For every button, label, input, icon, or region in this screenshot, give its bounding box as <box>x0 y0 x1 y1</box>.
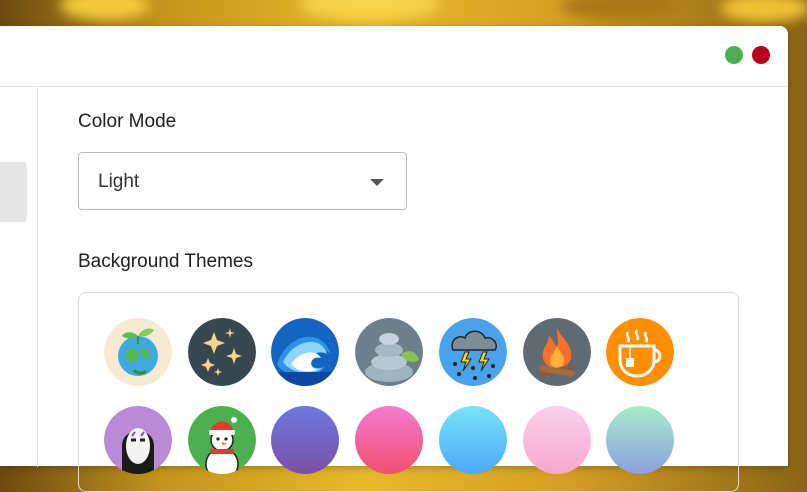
globe-plant-icon <box>104 318 172 386</box>
campfire-icon <box>523 318 591 386</box>
tea-cup-icon <box>606 318 674 386</box>
zen-stones-icon <box>355 318 423 386</box>
theme-mask-face[interactable] <box>104 406 172 474</box>
theme-gradient-purple[interactable] <box>271 406 339 474</box>
close-button[interactable] <box>752 46 770 64</box>
snowman-icon <box>188 406 256 474</box>
theme-globe-plant[interactable] <box>104 318 172 386</box>
title-bar <box>0 26 788 87</box>
dropdown-arrow-icon <box>370 179 384 186</box>
theme-tea-cup[interactable] <box>606 318 674 386</box>
theme-snowman[interactable] <box>188 406 256 474</box>
color-mode-label: Color Mode <box>78 111 177 132</box>
ocean-wave-icon <box>271 318 339 386</box>
sidebar <box>0 87 38 467</box>
mask-face-icon <box>104 406 172 474</box>
theme-thunderstorm[interactable] <box>439 318 507 386</box>
theme-gradient-pastel-pink[interactable] <box>523 406 591 474</box>
theme-zen-stones[interactable] <box>355 318 423 386</box>
theme-ocean-wave[interactable] <box>271 318 339 386</box>
color-mode-value: Light <box>98 171 140 192</box>
theme-gradient-cyan-blue[interactable] <box>439 406 507 474</box>
theme-stars-night[interactable] <box>188 318 256 386</box>
thunderstorm-icon <box>439 318 507 386</box>
settings-window: Color Mode Light Background Themes <box>0 26 788 492</box>
stars-night-icon <box>188 318 256 386</box>
sidebar-item-selected[interactable] <box>0 162 27 222</box>
color-mode-select[interactable]: Light <box>78 152 407 210</box>
theme-gradient-pink-red[interactable] <box>355 406 423 474</box>
background-themes-label: Background Themes <box>78 251 253 272</box>
theme-gradient-mint-blue[interactable] <box>606 406 674 474</box>
theme-campfire[interactable] <box>523 318 591 386</box>
maximize-button[interactable] <box>725 46 743 64</box>
